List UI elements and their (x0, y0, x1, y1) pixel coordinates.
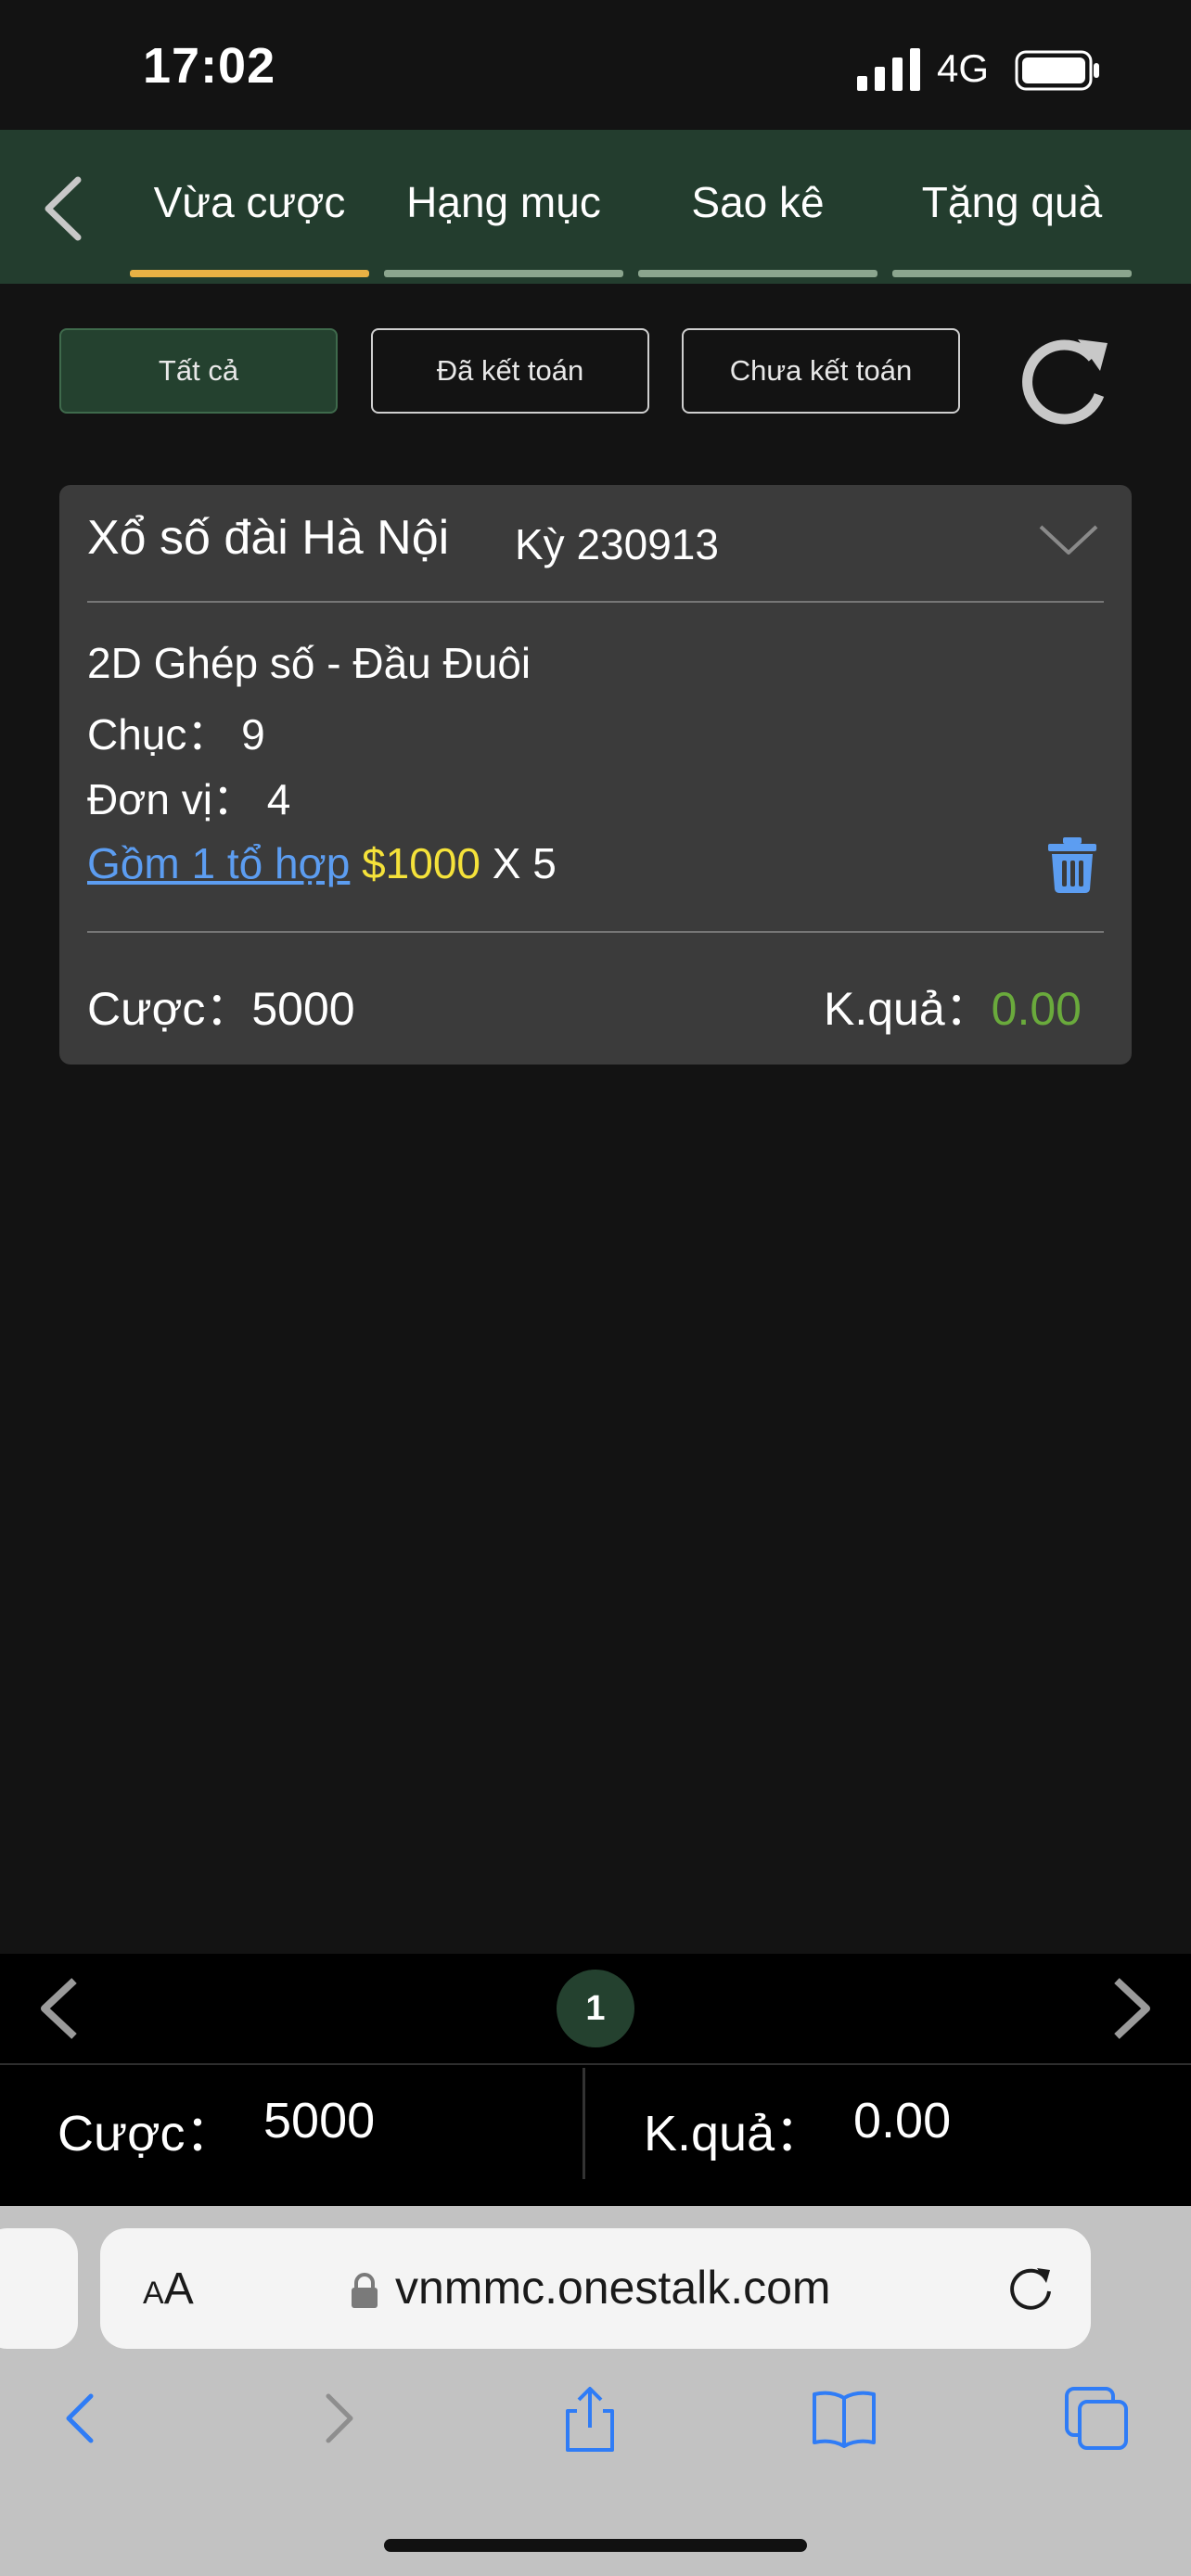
unit-price: $1000 (362, 839, 481, 887)
divider (87, 601, 1104, 603)
tens-value: 9 (241, 710, 265, 759)
previous-tab-peek[interactable] (0, 2228, 78, 2349)
tab-statement[interactable]: Sao kê (638, 167, 877, 245)
tens-label: Chục： (87, 710, 230, 759)
cellular-signal-icon (857, 48, 920, 91)
tab-categories[interactable]: Hạng mục (384, 167, 623, 245)
result-label: K.quả： (824, 983, 992, 1035)
back-arrow-icon[interactable] (37, 167, 93, 250)
reader-options-button[interactable]: AA (143, 2264, 194, 2315)
units-value: 4 (266, 775, 291, 823)
stake-label: Cược： (87, 983, 252, 1035)
card-result: K.quả：0.00 (824, 972, 1082, 1039)
tab-underline-active (130, 270, 369, 277)
bet-type: 2D Ghép số - Đầu Đuôi (87, 639, 531, 687)
lock-icon (352, 2273, 378, 2308)
combo-row: Gồm 1 tổ hợp $1000 X 5 (87, 838, 557, 888)
filter-settled-button[interactable]: Đã kết toán (371, 328, 649, 414)
home-indicator (384, 2539, 807, 2552)
chevron-down-icon[interactable] (1035, 519, 1102, 560)
draw-period: Kỳ 230913 (515, 520, 719, 568)
combination-link[interactable]: Gồm 1 tổ hợp (87, 839, 350, 887)
result-value: 0.00 (991, 983, 1082, 1035)
share-icon[interactable] (555, 2383, 625, 2454)
divider (87, 931, 1104, 933)
network-type: 4G (937, 46, 990, 90)
stake-value: 5000 (251, 983, 355, 1035)
reload-icon[interactable] (1004, 2261, 1057, 2315)
divider (0, 2063, 1191, 2065)
filter-all-button[interactable]: Tất cả (59, 328, 338, 414)
summary-result-label: K.quả： (644, 2106, 826, 2162)
next-page-icon[interactable] (1106, 1975, 1158, 2042)
card-stake: Cược：5000 (87, 972, 355, 1039)
tab-underline (892, 270, 1132, 277)
multiplier: X 5 (492, 839, 557, 887)
trash-icon[interactable] (1048, 837, 1096, 893)
summary-result-value: 0.00 (853, 2093, 952, 2149)
lottery-title: Xổ số đài Hà Nội (87, 511, 450, 565)
prev-page-icon[interactable] (33, 1975, 85, 2042)
bookmarks-icon[interactable] (809, 2383, 879, 2454)
filter-unsettled-button[interactable]: Chưa kết toán (682, 328, 960, 414)
units-label: Đơn vị： (87, 775, 255, 823)
battery-icon (1015, 50, 1099, 91)
divider (583, 2068, 585, 2179)
units-row: Đơn vị： 4 (87, 766, 290, 827)
tabs-overview-icon[interactable] (1061, 2383, 1132, 2454)
status-bar: 17:02 4G (0, 0, 1191, 130)
browser-back-icon[interactable] (46, 2383, 117, 2454)
summary-stake-label: Cược： (58, 2106, 236, 2162)
summary-stake-value: 5000 (263, 2093, 376, 2149)
tab-underline (384, 270, 623, 277)
browser-forward-icon[interactable] (302, 2383, 373, 2454)
status-time: 17:02 (143, 38, 276, 94)
tens-row: Chục： 9 (87, 701, 265, 762)
tab-underline (638, 270, 877, 277)
tab-gifts[interactable]: Tặng quà (892, 167, 1132, 245)
refresh-icon[interactable] (1011, 330, 1113, 432)
tab-recent-bets[interactable]: Vừa cược (130, 167, 369, 245)
url-text[interactable]: vnmmc.onestalk.com (395, 2261, 831, 2315)
current-page[interactable]: 1 (557, 1970, 634, 2047)
